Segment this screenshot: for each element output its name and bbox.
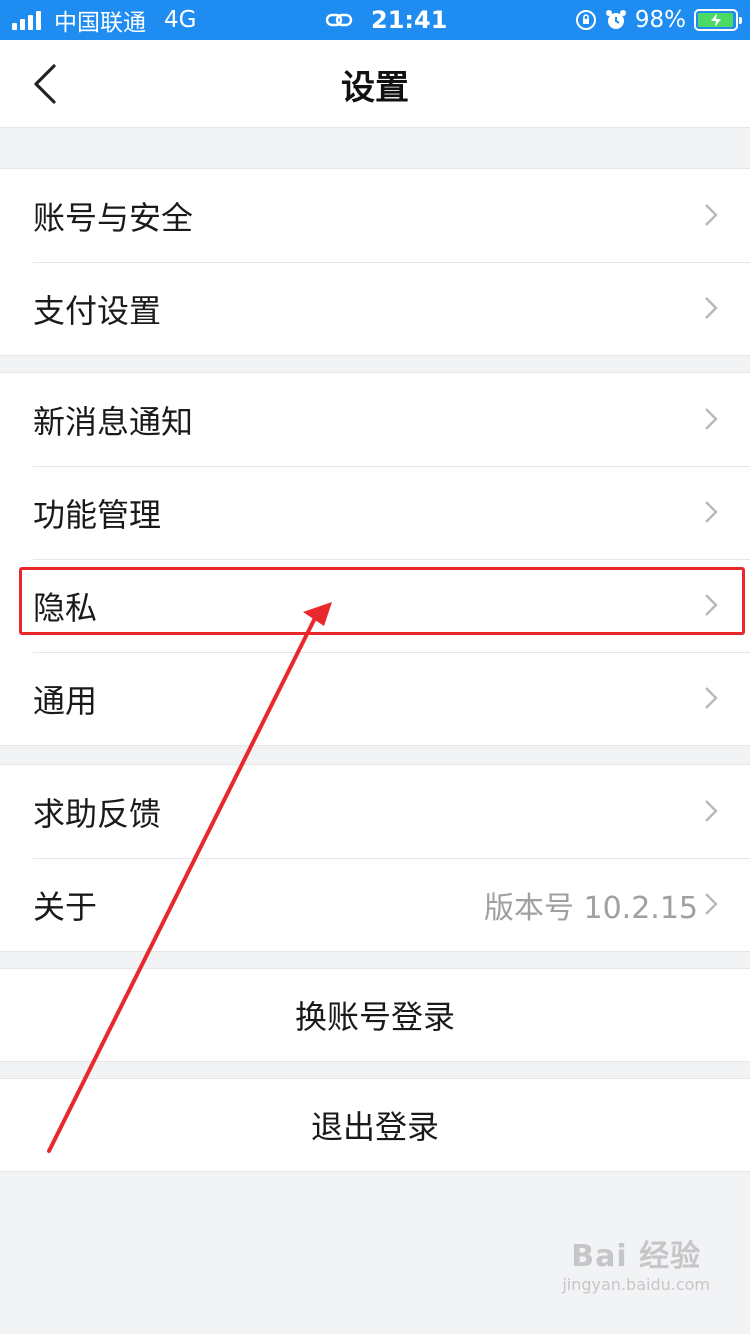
- navigation-bar: 设置: [0, 40, 750, 128]
- settings-item-label: 支付设置: [33, 291, 162, 330]
- settings-group-account: 账号与安全 支付设置: [0, 168, 750, 356]
- settings-item-help-feedback[interactable]: 求助反馈: [0, 765, 750, 858]
- settings-item-label: 功能管理: [33, 495, 162, 534]
- chevron-right-icon: [705, 408, 718, 430]
- chevron-right-icon: [705, 893, 718, 915]
- settings-item-general[interactable]: 通用: [0, 652, 750, 745]
- settings-item-label: 通用: [33, 681, 98, 720]
- settings-item-label: 账号与安全: [33, 198, 194, 237]
- switch-account-button[interactable]: 换账号登录: [0, 968, 750, 1062]
- watermark-url: jingyan.baidu.com: [562, 1275, 710, 1294]
- chevron-right-icon: [705, 204, 718, 226]
- settings-item-label: 新消息通知: [33, 402, 194, 441]
- status-bar: 中国联通 4G 21:41 98%: [0, 0, 750, 40]
- settings-item-label: 关于: [33, 887, 98, 926]
- alarm-icon: [605, 9, 627, 31]
- settings-item-label: 求助反馈: [33, 794, 162, 833]
- version-number: 版本号 10.2.15: [483, 890, 698, 926]
- settings-group-about: 求助反馈 关于 版本号 10.2.15: [0, 764, 750, 952]
- battery-percent: 98%: [634, 7, 686, 33]
- status-right: 98%: [575, 0, 742, 40]
- carrier-name: 中国联通: [54, 10, 146, 36]
- logout-button[interactable]: 退出登录: [0, 1078, 750, 1172]
- privacy-highlight-box: [19, 567, 745, 635]
- network-type: 4G: [164, 7, 197, 33]
- status-time: 21:41: [371, 6, 448, 34]
- settings-item-account-security[interactable]: 账号与安全: [0, 169, 750, 262]
- chevron-right-icon: [705, 687, 718, 709]
- settings-item-payment[interactable]: 支付设置: [0, 262, 750, 355]
- settings-item-notifications[interactable]: 新消息通知: [0, 373, 750, 466]
- battery-charging-icon: [694, 9, 742, 31]
- baidu-jingyan-watermark: Bai 经验 jingyan.baidu.com: [562, 1231, 710, 1294]
- settings-screen: 中国联通 4G 21:41 98% 设置 账号与安全 支付设置 新消息通知 功能…: [0, 0, 750, 1334]
- settings-item-about[interactable]: 关于 版本号 10.2.15: [0, 858, 750, 951]
- settings-item-features[interactable]: 功能管理: [0, 466, 750, 559]
- settings-group-general: 新消息通知 功能管理 隐私 通用: [0, 372, 750, 746]
- signal-icon: [12, 10, 44, 30]
- chevron-right-icon: [705, 501, 718, 523]
- watermark-text: Bai 经验: [571, 1239, 702, 1274]
- link-icon: [325, 11, 353, 29]
- status-left: 中国联通 4G: [12, 0, 196, 40]
- status-center: 21:41: [325, 0, 447, 40]
- page-title: 设置: [341, 67, 409, 108]
- chevron-right-icon: [705, 800, 718, 822]
- chevron-right-icon: [705, 297, 718, 319]
- rotation-lock-icon: [575, 9, 597, 31]
